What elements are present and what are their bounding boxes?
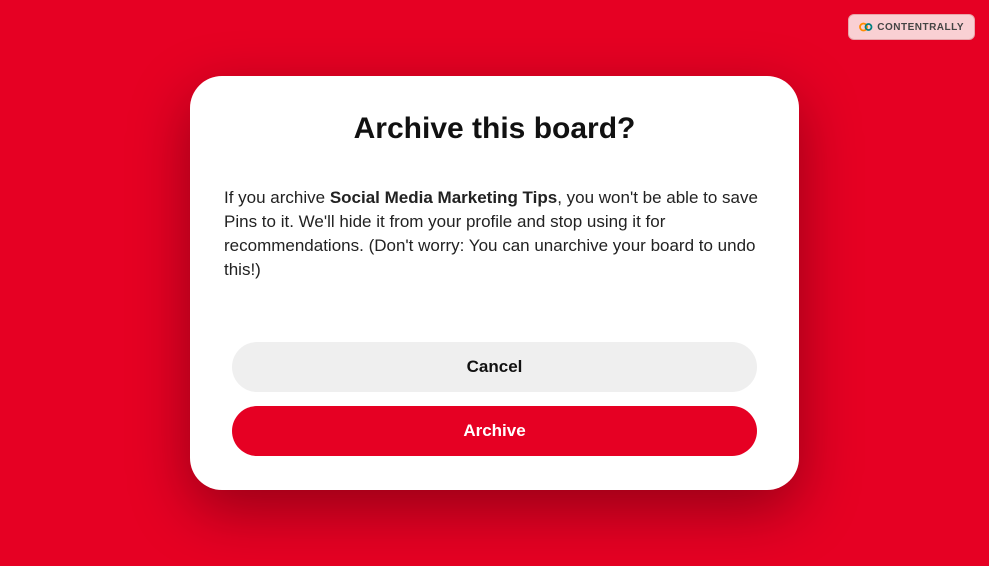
button-group: Cancel Archive [222, 342, 767, 456]
modal-title: Archive this board? [222, 112, 767, 146]
watermark-badge: CONTENTRALLY [848, 14, 975, 40]
modal-description: If you archive Social Media Marketing Ti… [222, 186, 767, 281]
archive-button[interactable]: Archive [232, 406, 757, 456]
contentrally-logo-icon [859, 20, 873, 34]
archive-board-modal: Archive this board? If you archive Socia… [190, 76, 799, 489]
cancel-button[interactable]: Cancel [232, 342, 757, 392]
board-name: Social Media Marketing Tips [330, 188, 557, 207]
modal-body-before: If you archive [224, 188, 330, 207]
watermark-label: CONTENTRALLY [877, 22, 964, 33]
